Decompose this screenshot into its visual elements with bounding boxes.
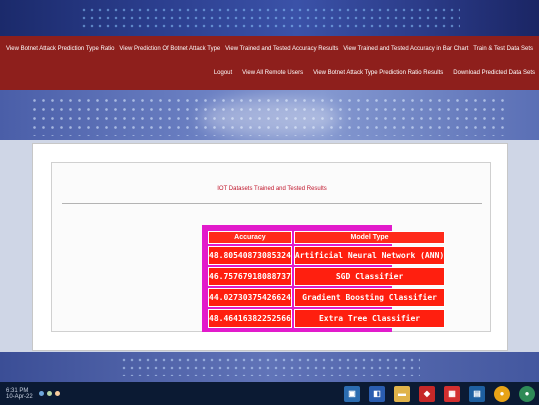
accuracy-cell: 46.75767918088737 bbox=[208, 267, 292, 286]
nav-link-logout[interactable]: Logout bbox=[214, 70, 232, 76]
pdf-app-icon[interactable]: ▦ bbox=[444, 385, 460, 402]
footer-band bbox=[0, 352, 539, 382]
results-panel: IOT Datasets Trained and Tested Results … bbox=[51, 162, 491, 332]
banner-decoration bbox=[80, 6, 460, 32]
accuracy-cell: 44.02730375426624 bbox=[208, 288, 292, 307]
nav-bar: View Botnet Attack Prediction Type Ratio… bbox=[0, 36, 539, 90]
model-cell: Artificial Neural Network (ANN) bbox=[293, 246, 446, 265]
taskbar-apps: ▣ ◧ ▬ ◆ ▦ ▤ ● ● bbox=[344, 385, 535, 402]
table-row: 48.80540873085324 Artificial Neural Netw… bbox=[208, 246, 446, 265]
system-clock[interactable]: 6:31 PM 10-Apr-22 bbox=[6, 388, 33, 400]
table-header-row: Accuracy Model Type bbox=[208, 231, 446, 244]
model-cell: Gradient Boosting Classifier bbox=[293, 288, 446, 307]
taskbar: 6:31 PM 10-Apr-22 ▣ ◧ ▬ ◆ ▦ ▤ ● ● bbox=[0, 382, 539, 405]
results-table-frame: Accuracy Model Type 48.80540873085324 Ar… bbox=[202, 225, 446, 332]
tray-icons bbox=[38, 391, 60, 396]
nav-link-prediction-attack-type[interactable]: View Prediction Of Botnet Attack Type bbox=[119, 46, 220, 52]
nav-link-train-test[interactable]: Train & Test Data Sets bbox=[473, 46, 533, 52]
folder-app-icon[interactable]: ▬ bbox=[394, 385, 410, 402]
network-icon[interactable] bbox=[38, 391, 44, 396]
nav-link-accuracy-bar-chart[interactable]: View Trained and Tested Accuracy in Bar … bbox=[343, 46, 468, 52]
nav-link-attack-type-ratio[interactable]: View Botnet Attack Prediction Type Ratio bbox=[6, 46, 115, 52]
hero-band bbox=[0, 90, 539, 140]
volume-icon[interactable] bbox=[46, 391, 52, 396]
word-app-icon[interactable]: ◧ bbox=[369, 385, 385, 402]
acrobat-app-icon[interactable]: ◆ bbox=[419, 385, 435, 402]
notification-icon[interactable] bbox=[54, 391, 60, 396]
panel-divider bbox=[62, 203, 482, 204]
nav-row-1: View Botnet Attack Prediction Type Ratio… bbox=[0, 40, 539, 58]
header-accuracy: Accuracy bbox=[208, 231, 292, 244]
table-row: 48.46416382252566 Extra Tree Classifier bbox=[208, 309, 446, 328]
accuracy-cell: 48.80540873085324 bbox=[208, 246, 292, 265]
nav-link-accuracy-results[interactable]: View Trained and Tested Accuracy Results bbox=[225, 46, 338, 52]
top-banner bbox=[0, 0, 539, 38]
footer-decoration bbox=[120, 356, 420, 376]
header-model-type: Model Type bbox=[293, 231, 446, 244]
model-cell: SGD Classifier bbox=[293, 267, 446, 286]
nav-link-download-datasets[interactable]: Download Predicted Data Sets bbox=[453, 70, 535, 76]
clock-date: 10-Apr-22 bbox=[6, 393, 33, 400]
accuracy-cell: 48.46416382252566 bbox=[208, 309, 292, 328]
table-row: 46.75767918088737 SGD Classifier bbox=[208, 267, 446, 286]
table-row: 44.02730375426624 Gradient Boosting Clas… bbox=[208, 288, 446, 307]
nav-link-prediction-ratio-results[interactable]: View Botnet Attack Type Prediction Ratio… bbox=[313, 70, 443, 76]
edge-app-icon[interactable]: ● bbox=[519, 385, 535, 402]
chrome-app-icon[interactable]: ● bbox=[494, 385, 510, 402]
nav-link-remote-users[interactable]: View All Remote Users bbox=[242, 70, 303, 76]
nav-row-2: Logout View All Remote Users View Botnet… bbox=[0, 64, 539, 82]
panel-title: IOT Datasets Trained and Tested Results bbox=[217, 186, 327, 192]
photos-app-icon[interactable]: ▣ bbox=[344, 385, 360, 402]
hero-glow bbox=[200, 98, 340, 138]
content-area: IOT Datasets Trained and Tested Results … bbox=[32, 143, 508, 351]
terminal-app-icon[interactable]: ▤ bbox=[469, 385, 485, 402]
results-table: Accuracy Model Type 48.80540873085324 Ar… bbox=[206, 229, 447, 330]
model-cell: Extra Tree Classifier bbox=[293, 309, 446, 328]
